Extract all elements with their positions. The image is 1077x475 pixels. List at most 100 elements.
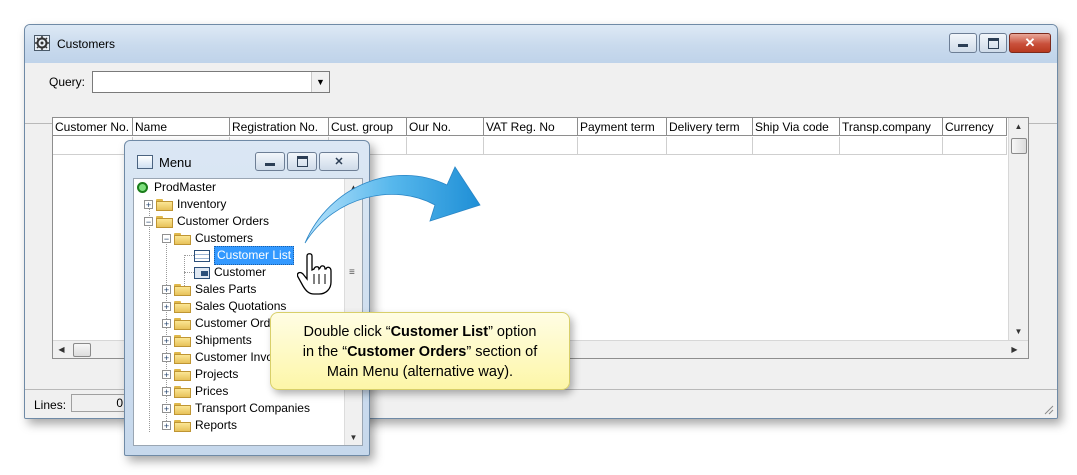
tree-node-sales-quotations[interactable]: + Sales Quotations bbox=[162, 298, 286, 315]
scroll-left-icon[interactable]: ◀ bbox=[53, 341, 70, 358]
folder-icon bbox=[174, 402, 191, 415]
callout-text: in the “ bbox=[302, 344, 348, 360]
tree-node-label: Customer Orders bbox=[177, 214, 270, 228]
query-panel: Query: ▼ bbox=[25, 63, 1057, 124]
app-gear-icon bbox=[34, 35, 50, 51]
query-label: Query: bbox=[49, 75, 86, 89]
expand-icon[interactable]: + bbox=[162, 319, 171, 329]
close-button[interactable]: ✕ bbox=[1009, 33, 1051, 53]
collapse-icon[interactable]: − bbox=[162, 234, 171, 244]
callout-bold-text: Customer List bbox=[390, 324, 489, 340]
tree-node-prodmaster[interactable]: ProdMaster bbox=[137, 179, 216, 196]
vertical-scrollbar[interactable]: ▲ ▼ bbox=[1008, 118, 1028, 340]
column-header[interactable]: Name bbox=[133, 118, 230, 136]
column-header[interactable]: Ship Via code bbox=[753, 118, 840, 136]
scroll-thumb[interactable] bbox=[1011, 138, 1027, 154]
grid-header: Customer No. Name Registration No. Cust.… bbox=[53, 118, 1007, 137]
folder-icon bbox=[174, 368, 191, 381]
curved-arrow-icon bbox=[304, 166, 481, 244]
window-title: Customers bbox=[57, 37, 116, 51]
callout-text: Double click “ bbox=[303, 324, 391, 340]
folder-open-icon bbox=[156, 215, 173, 228]
combo-dropdown-icon[interactable]: ▼ bbox=[311, 72, 329, 92]
column-header[interactable]: Payment term bbox=[578, 118, 667, 136]
tree-node-label: Inventory bbox=[177, 197, 227, 211]
tree-node-projects[interactable]: + Projects bbox=[162, 366, 238, 383]
expand-icon[interactable]: + bbox=[162, 421, 171, 431]
scroll-up-icon[interactable]: ▲ bbox=[1009, 118, 1028, 135]
scroll-right-icon[interactable]: ▶ bbox=[1006, 341, 1023, 358]
instruction-callout: Double click “Customer List” option in t… bbox=[270, 312, 570, 390]
tree-node-customer-list[interactable]: Customer List bbox=[194, 246, 295, 265]
maximize-button[interactable] bbox=[979, 33, 1007, 53]
tree-node-label: Prices bbox=[195, 384, 229, 398]
tree-node-shipments[interactable]: + Shipments bbox=[162, 332, 252, 349]
callout-line-2: in the “Customer Orders” section of bbox=[271, 342, 569, 362]
tree-node-label: Reports bbox=[195, 418, 238, 432]
tree-node-label: Sales Parts bbox=[195, 282, 257, 296]
lines-count: 0 bbox=[71, 394, 129, 412]
column-header[interactable]: Cust. group bbox=[329, 118, 407, 136]
tree-node-inventory[interactable]: + Inventory bbox=[144, 196, 226, 213]
close-icon: ✕ bbox=[1024, 35, 1036, 50]
caption-buttons: ✕ bbox=[949, 33, 1051, 53]
tree-node-label: Customers bbox=[195, 231, 254, 245]
tree-node-customer[interactable]: Customer bbox=[194, 264, 266, 281]
lines-label: Lines: bbox=[34, 398, 67, 412]
folder-icon bbox=[174, 385, 191, 398]
tree-node-sales-parts[interactable]: + Sales Parts bbox=[162, 281, 256, 298]
resize-grip-icon[interactable] bbox=[1042, 403, 1054, 415]
tree-node-customer-orders[interactable]: − Customer Orders bbox=[144, 213, 269, 230]
column-header[interactable]: Currency bbox=[943, 118, 1007, 136]
scroll-grip-icon[interactable]: ≡ bbox=[349, 267, 355, 278]
list-doc-icon bbox=[194, 249, 210, 262]
folder-icon bbox=[174, 419, 191, 432]
tree-node-label: Projects bbox=[195, 367, 239, 381]
folder-icon bbox=[174, 300, 191, 313]
folder-icon bbox=[174, 334, 191, 347]
menu-minimize-button[interactable] bbox=[255, 152, 285, 171]
tree-node-customer-orders-child[interactable]: + Customer Orders bbox=[162, 315, 287, 332]
callout-text: ” option bbox=[488, 324, 537, 340]
folder-icon bbox=[174, 317, 191, 330]
column-header[interactable]: Our No. bbox=[407, 118, 484, 136]
column-header[interactable]: Delivery term bbox=[667, 118, 753, 136]
minimize-icon bbox=[958, 44, 968, 47]
expand-icon[interactable]: + bbox=[162, 387, 171, 397]
column-header[interactable]: Registration No. bbox=[230, 118, 329, 136]
tree-node-label: Transport Companies bbox=[195, 401, 310, 415]
folder-icon bbox=[174, 283, 191, 296]
scroll-down-icon[interactable]: ▼ bbox=[1009, 323, 1028, 340]
column-header[interactable]: Transp.company bbox=[840, 118, 943, 136]
title-bar[interactable]: Customers ✕ bbox=[25, 25, 1057, 63]
folder-open-icon bbox=[174, 232, 191, 245]
folder-icon bbox=[156, 198, 173, 211]
form-icon bbox=[194, 266, 210, 279]
menu-window-icon bbox=[137, 155, 153, 169]
collapse-icon[interactable]: − bbox=[144, 217, 153, 227]
tree-node-label: Customer bbox=[214, 265, 267, 279]
tree-node-label-selected: Customer List bbox=[214, 246, 295, 265]
tree-node-transport-companies[interactable]: + Transport Companies bbox=[162, 400, 310, 417]
tree-node-label: ProdMaster bbox=[154, 180, 217, 194]
expand-icon[interactable]: + bbox=[162, 285, 171, 295]
expand-icon[interactable]: + bbox=[162, 302, 171, 312]
column-header[interactable]: VAT Reg. No bbox=[484, 118, 578, 136]
minimize-button[interactable] bbox=[949, 33, 977, 53]
expand-icon[interactable]: + bbox=[162, 404, 171, 414]
callout-text: ” section of bbox=[466, 344, 538, 360]
tree-node-prices[interactable]: + Prices bbox=[162, 383, 228, 400]
scroll-down-icon[interactable]: ▼ bbox=[345, 429, 362, 445]
minimize-icon bbox=[265, 162, 275, 166]
column-header[interactable]: Customer No. bbox=[53, 118, 133, 136]
tree-node-customers[interactable]: − Customers bbox=[162, 230, 253, 247]
tree-node-reports[interactable]: + Reports bbox=[162, 417, 237, 434]
expand-icon[interactable]: + bbox=[162, 353, 171, 363]
expand-icon[interactable]: + bbox=[144, 200, 153, 210]
expand-icon[interactable]: + bbox=[162, 336, 171, 346]
maximize-icon bbox=[987, 37, 999, 49]
menu-title: Menu bbox=[159, 155, 192, 170]
hscroll-thumb[interactable] bbox=[73, 343, 91, 357]
query-combobox[interactable]: ▼ bbox=[92, 71, 330, 93]
expand-icon[interactable]: + bbox=[162, 370, 171, 380]
